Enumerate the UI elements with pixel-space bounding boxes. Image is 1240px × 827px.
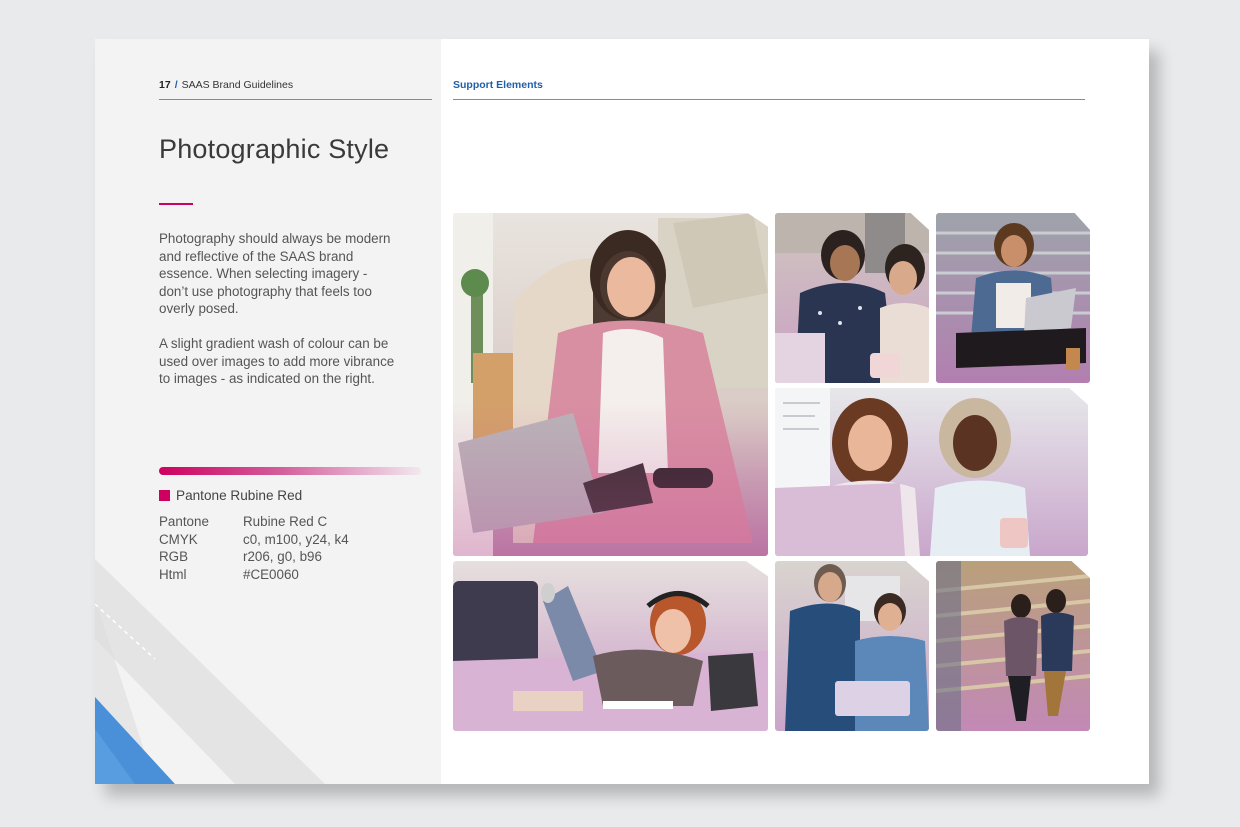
spec-row: Pantone Rubine Red C xyxy=(159,513,349,531)
spec-key: Pantone xyxy=(159,514,209,529)
page-number: 17 xyxy=(159,79,171,91)
pantone-heading: Pantone Rubine Red xyxy=(159,488,302,503)
two-women-laptop-photo xyxy=(775,388,1088,556)
spec-row: CMYK c0, m100, y24, k4 xyxy=(159,531,349,549)
spec-key: CMYK xyxy=(159,531,198,547)
pantone-name: Pantone Rubine Red xyxy=(176,488,303,503)
two-women-desk-photo xyxy=(775,213,929,383)
body-paragraph-2: A slight gradient wash of colour can be … xyxy=(159,336,395,387)
left-page: 17/SAAS Brand Guidelines Photographic St… xyxy=(95,39,441,784)
color-spec-table: Pantone Rubine Red C CMYK c0, m100, y24,… xyxy=(159,513,349,583)
students-stairs-photo xyxy=(936,561,1090,731)
spec-value: Rubine Red C xyxy=(243,514,328,529)
spec-row: Html #CE0060 xyxy=(159,566,349,584)
body-paragraph-1: Photography should always be modern and … xyxy=(159,231,391,317)
document-title: SAAS Brand Guidelines xyxy=(181,79,294,91)
gradient-swatch-bar xyxy=(159,467,421,475)
spec-value: r206, g0, b96 xyxy=(243,549,322,565)
spec-value: #CE0060 xyxy=(243,566,299,582)
section-header: Support Elements xyxy=(453,79,1085,100)
mentor-student-laptop-photo xyxy=(775,561,929,731)
spec-key: Html xyxy=(159,566,187,582)
woman-stairs-laptop-photo xyxy=(936,213,1090,383)
page-title: Photographic Style xyxy=(159,134,390,164)
woman-laptop-sofa-photo xyxy=(453,213,768,556)
girl-headphones-bed-photo xyxy=(453,561,768,731)
spec-key: RGB xyxy=(159,549,189,565)
right-page: Support Elements xyxy=(441,39,1149,784)
title-underline xyxy=(159,203,193,205)
color-swatch-square xyxy=(159,490,170,501)
header-separator: / xyxy=(174,79,178,91)
brand-guidelines-spread: 17/SAAS Brand Guidelines Photographic St… xyxy=(95,39,1149,784)
spec-row: RGB r206, g0, b96 xyxy=(159,548,349,566)
page-header: 17/SAAS Brand Guidelines xyxy=(159,79,432,100)
spec-value: c0, m100, y24, k4 xyxy=(243,531,349,547)
